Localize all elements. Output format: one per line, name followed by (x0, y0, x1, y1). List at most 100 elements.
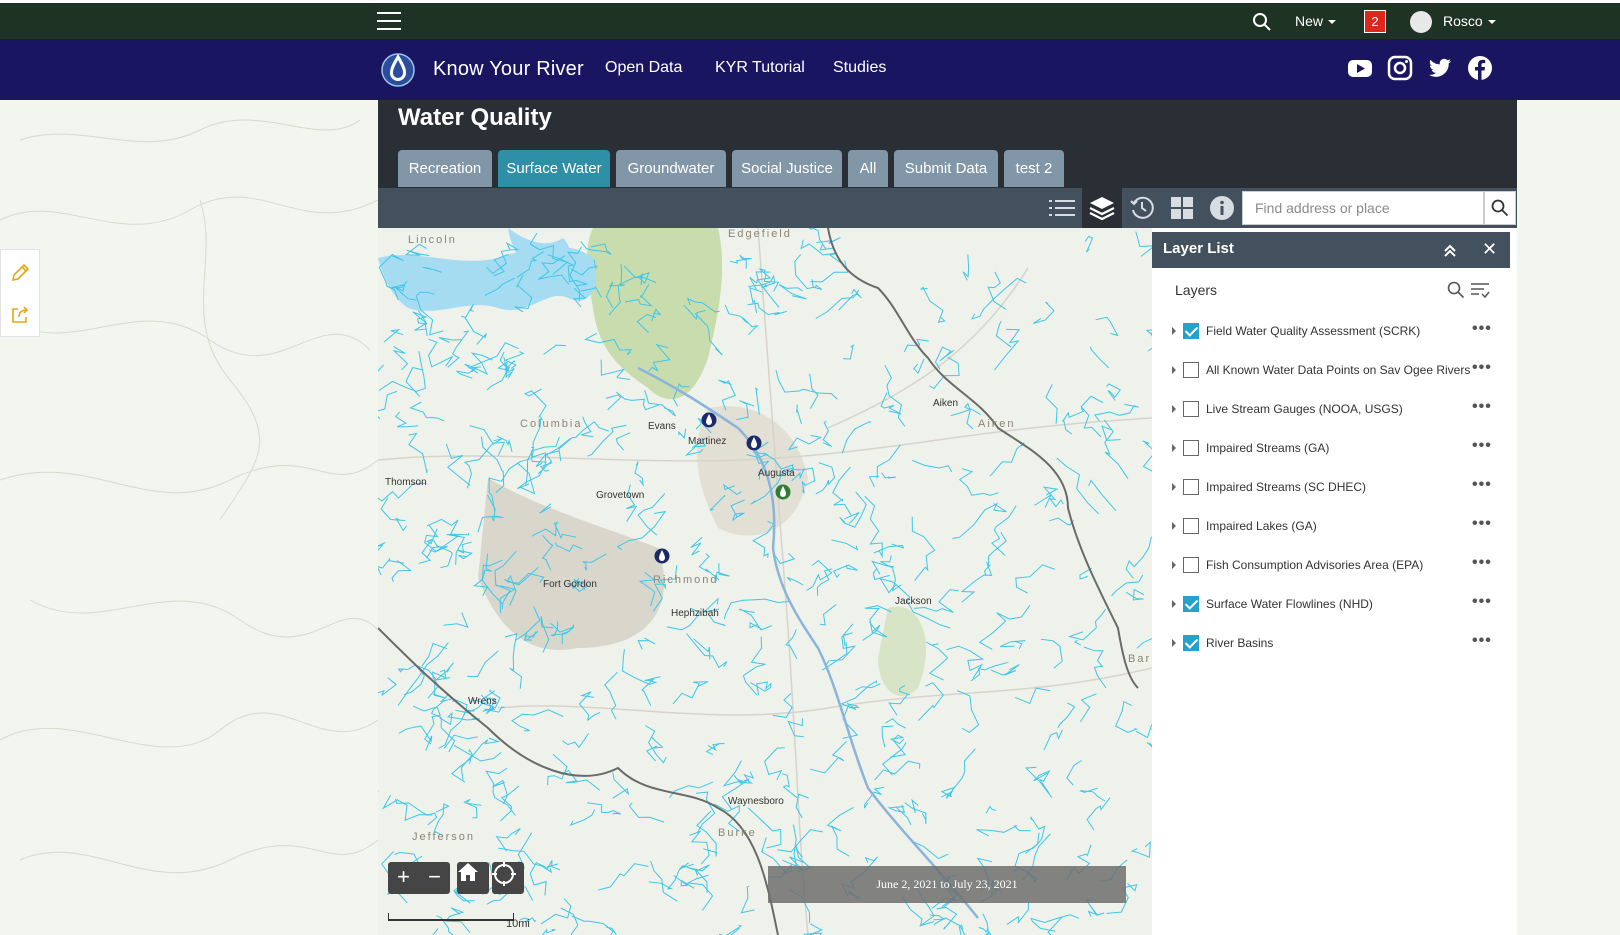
expand-caret-icon[interactable] (1172, 483, 1176, 491)
more-options-icon[interactable]: ••• (1472, 320, 1492, 338)
layer-row[interactable]: Live Stream Gauges (NOOA, USGS) ••• (1172, 398, 1502, 422)
expand-caret-icon[interactable] (1172, 405, 1176, 413)
layer-checkbox[interactable] (1183, 635, 1199, 651)
tab-surface-water[interactable]: Surface Water (498, 150, 610, 187)
more-options-icon[interactable]: ••• (1472, 437, 1492, 455)
search-icon[interactable] (1252, 12, 1272, 32)
layer-checkbox[interactable] (1183, 401, 1199, 417)
layer-checkbox[interactable] (1183, 479, 1199, 495)
more-options-icon[interactable]: ••• (1472, 359, 1492, 377)
user-menu[interactable]: Rosco (1443, 13, 1496, 29)
search-icon (1491, 199, 1509, 217)
more-options-icon[interactable]: ••• (1472, 593, 1492, 611)
more-options-icon[interactable]: ••• (1472, 515, 1492, 533)
tab-test-2[interactable]: test 2 (1004, 150, 1064, 187)
map-label-wrens: Wrens (468, 696, 497, 707)
more-options-icon[interactable]: ••• (1472, 398, 1492, 416)
chevron-down-icon (1328, 20, 1337, 25)
tab-groundwater[interactable]: Groundwater (616, 150, 726, 187)
layer-name: Impaired Streams (GA) (1206, 441, 1330, 455)
app-container: Water Quality Recreation Surface Water G… (378, 100, 1517, 935)
layers-icon (1089, 197, 1115, 221)
scale-bar (388, 913, 514, 921)
nav-kyr-tutorial[interactable]: KYR Tutorial (715, 59, 805, 77)
new-menu[interactable]: New (1295, 13, 1337, 29)
water-point-marker[interactable] (654, 547, 670, 565)
about-button[interactable] (1202, 188, 1242, 228)
collapse-icon[interactable] (1442, 242, 1458, 258)
notification-badge[interactable]: 2 (1364, 10, 1386, 33)
expand-caret-icon[interactable] (1172, 639, 1176, 647)
legend-button[interactable] (1042, 188, 1082, 228)
top-bar: New 2 Rosco (0, 0, 1620, 39)
chevron-down-icon (1487, 20, 1496, 25)
twitter-icon[interactable] (1427, 55, 1453, 81)
grid-icon (1171, 197, 1193, 219)
layer-row[interactable]: River Basins ••• (1172, 632, 1502, 656)
layer-row[interactable]: All Known Water Data Points on Sav Ogee … (1172, 359, 1502, 383)
water-drop-logo-icon[interactable] (380, 48, 416, 88)
youtube-icon[interactable] (1347, 55, 1373, 81)
expand-caret-icon[interactable] (1172, 522, 1176, 530)
nav-open-data[interactable]: Open Data (605, 59, 682, 77)
map-label-richmond: Richmond (653, 574, 719, 586)
expand-caret-icon[interactable] (1172, 366, 1176, 374)
layer-checkbox[interactable] (1183, 323, 1199, 339)
close-icon[interactable]: ✕ (1482, 239, 1497, 260)
layer-row[interactable]: Surface Water Flowlines (NHD) ••• (1172, 593, 1502, 617)
expand-caret-icon[interactable] (1172, 444, 1176, 452)
layer-name: River Basins (1206, 636, 1274, 650)
map-canvas[interactable] (378, 228, 1152, 935)
map-label-jefferson: Jefferson (412, 831, 476, 843)
layer-checkbox[interactable] (1183, 440, 1199, 456)
water-point-marker-green[interactable] (775, 483, 791, 501)
time-slider-button[interactable] (1122, 188, 1162, 228)
layer-row[interactable]: Field Water Quality Assessment (SCRK) ••… (1172, 320, 1502, 344)
layer-list-button[interactable] (1082, 188, 1122, 228)
map-label-edgefield: Edgefield (728, 228, 792, 240)
more-options-icon[interactable]: ••• (1472, 632, 1492, 650)
side-toolbar (0, 249, 40, 337)
layer-checkbox[interactable] (1183, 596, 1199, 612)
water-point-marker[interactable] (746, 434, 762, 452)
layer-row[interactable]: Impaired Lakes (GA) ••• (1172, 515, 1502, 539)
tab-social-justice[interactable]: Social Justice (732, 150, 842, 187)
site-title[interactable]: Know Your River (433, 58, 584, 81)
share-icon[interactable] (9, 304, 31, 326)
more-options-icon[interactable]: ••• (1472, 554, 1492, 572)
nav-studies[interactable]: Studies (833, 59, 886, 77)
instagram-icon[interactable] (1387, 55, 1413, 81)
expand-caret-icon[interactable] (1172, 600, 1176, 608)
layer-checkbox[interactable] (1183, 362, 1199, 378)
search-icon[interactable] (1447, 281, 1465, 299)
layer-row[interactable]: Impaired Streams (GA) ••• (1172, 437, 1502, 461)
expand-caret-icon[interactable] (1172, 561, 1176, 569)
zoom-in-button[interactable]: + (388, 862, 419, 894)
layer-checkbox[interactable] (1183, 518, 1199, 534)
avatar[interactable] (1410, 11, 1432, 33)
basemap-gallery-button[interactable] (1162, 188, 1202, 228)
pencil-icon[interactable] (9, 262, 31, 284)
layer-row[interactable]: Impaired Streams (SC DHEC) ••• (1172, 476, 1502, 500)
zoom-out-button[interactable]: − (419, 862, 450, 894)
more-options-icon[interactable]: ••• (1472, 476, 1492, 494)
layer-name: Field Water Quality Assessment (SCRK) (1206, 324, 1421, 338)
map-view[interactable]: Lincoln Edgefield Columbia Evans Martine… (378, 228, 1152, 935)
home-button[interactable] (457, 862, 489, 894)
tab-submit-data[interactable]: Submit Data (894, 150, 998, 187)
map-label-martinez: Martinez (688, 436, 727, 447)
filter-icon[interactable] (1470, 281, 1490, 299)
search-input[interactable] (1242, 191, 1484, 225)
search-button[interactable] (1484, 191, 1516, 225)
expand-caret-icon[interactable] (1172, 327, 1176, 335)
water-point-marker[interactable] (701, 411, 717, 429)
map-label-augusta: Augusta (758, 468, 795, 479)
time-extent-label[interactable]: June 2, 2021 to July 23, 2021 (768, 866, 1126, 903)
locate-button[interactable] (492, 862, 524, 894)
tab-recreation[interactable]: Recreation (398, 150, 492, 187)
tab-all[interactable]: All (848, 150, 888, 187)
layer-checkbox[interactable] (1183, 557, 1199, 573)
layer-row[interactable]: Fish Consumption Advisories Area (EPA) •… (1172, 554, 1502, 578)
facebook-icon[interactable] (1467, 55, 1493, 81)
menu-icon[interactable] (377, 12, 401, 32)
